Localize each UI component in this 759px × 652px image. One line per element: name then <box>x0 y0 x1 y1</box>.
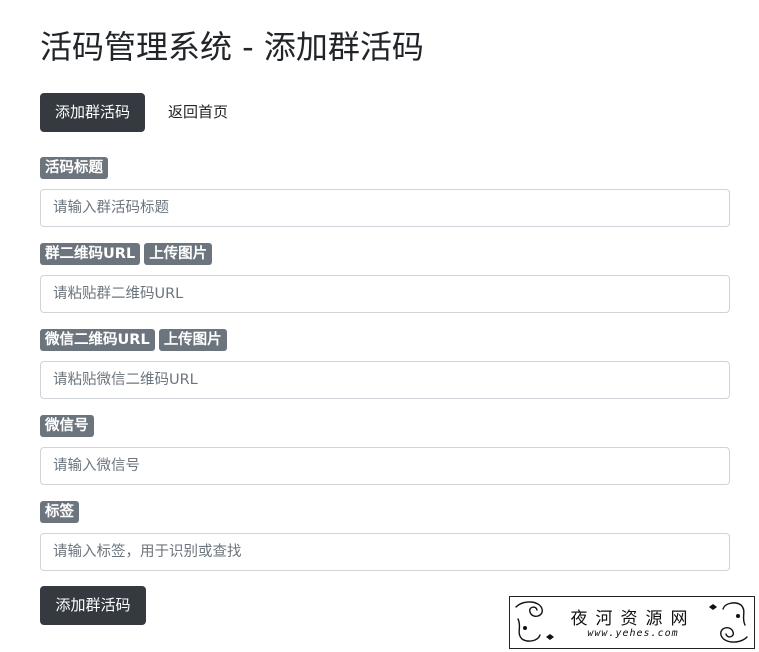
title-input[interactable] <box>40 189 730 227</box>
tag-input[interactable] <box>40 533 730 571</box>
title-field: 活码标题 <box>40 157 730 227</box>
group-qr-url-input[interactable] <box>40 275 730 313</box>
group-qr-label-badge: 群二维码URL <box>40 243 141 265</box>
wechat-qr-upload-button[interactable]: 上传图片 <box>158 329 227 351</box>
group-qr-upload-button[interactable]: 上传图片 <box>144 243 213 265</box>
wechat-qr-url-input[interactable] <box>40 361 730 399</box>
wechat-qr-field: 微信二维码URL 上传图片 <box>40 329 730 399</box>
tag-field: 标签 <box>40 501 730 571</box>
watermark-logo: 夜河资源网 www.yehes.com <box>509 596 755 649</box>
page-title: 活码管理系统 - 添加群活码 <box>40 28 424 66</box>
add-group-code-button[interactable]: 添加群活码 <box>40 93 146 132</box>
top-toolbar: 添加群活码 返回首页 <box>40 93 228 132</box>
wechat-id-input[interactable] <box>40 447 730 485</box>
watermark-url: www.yehes.com <box>587 628 679 639</box>
back-home-link[interactable]: 返回首页 <box>168 93 228 132</box>
submit-add-button[interactable]: 添加群活码 <box>40 586 146 625</box>
wechat-id-label-badge: 微信号 <box>40 415 94 437</box>
title-label-badge: 活码标题 <box>40 157 108 179</box>
watermark-name: 夜河资源网 <box>570 609 696 629</box>
wechat-id-field: 微信号 <box>40 415 730 485</box>
tag-label-badge: 标签 <box>40 501 79 523</box>
group-qr-field: 群二维码URL 上传图片 <box>40 243 730 313</box>
wechat-qr-label-badge: 微信二维码URL <box>40 329 155 351</box>
